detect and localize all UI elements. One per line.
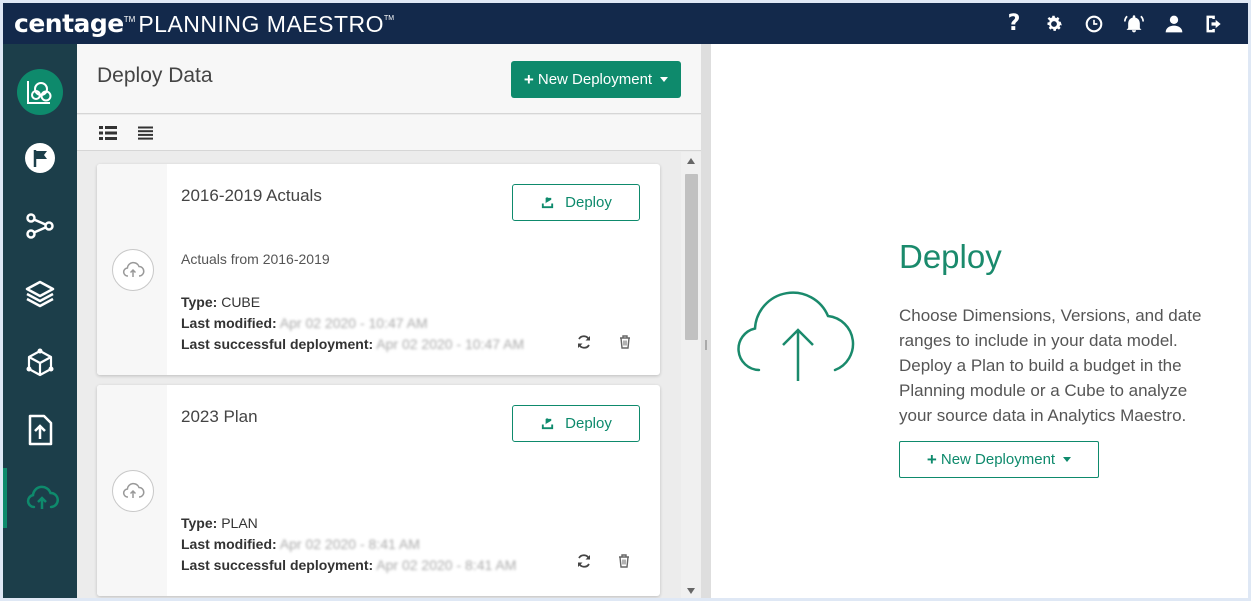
- deploy-list-panel: Deploy Data + New Deployment 2016-2019 A…: [77, 44, 701, 598]
- brand-logo[interactable]: centage TM PLANNING MAESTRO TM: [14, 9, 394, 38]
- type-value: CUBE: [221, 294, 261, 310]
- card-last-deployment: Last successful deployment: Apr 02 2020 …: [181, 557, 516, 573]
- sidebar-item-layers[interactable]: [3, 264, 77, 324]
- scroll-up-arrow[interactable]: [687, 158, 695, 164]
- last-deployment-label: Last successful deployment:: [181, 557, 374, 573]
- top-bar: centage TM PLANNING MAESTRO TM ?: [3, 3, 1248, 44]
- trash-icon[interactable]: [616, 553, 632, 569]
- card-description: Actuals from 2016-2019: [181, 251, 330, 267]
- help-icon[interactable]: ?: [1004, 10, 1024, 36]
- deploy-icon: [542, 417, 554, 430]
- brand-logo-trademark: TM: [123, 15, 136, 24]
- cloud-upload-icon: [737, 291, 855, 381]
- cloud-upload-icon: [112, 470, 154, 512]
- last-deployment-label: Last successful deployment:: [181, 336, 374, 352]
- last-modified-label: Last modified:: [181, 315, 277, 331]
- plus-icon: +: [926, 450, 937, 469]
- list-view-icon[interactable]: [137, 126, 155, 140]
- card-last-deployment: Last successful deployment: Apr 02 2020 …: [181, 336, 524, 352]
- caret-down-icon: [660, 77, 669, 82]
- cube-icon: [26, 348, 54, 377]
- deploy-description: Choose Dimensions, Versions, and date ra…: [899, 306, 1202, 425]
- sidebar-item-upload[interactable]: [3, 400, 77, 460]
- type-value: PLAN: [221, 515, 258, 531]
- app-window: centage TM PLANNING MAESTRO TM ? Deploy …: [3, 3, 1248, 598]
- model-logo-icon: [17, 69, 63, 115]
- list-scrollbar[interactable]: [681, 152, 701, 598]
- scroll-down-arrow[interactable]: [687, 588, 695, 594]
- sidebar: [3, 44, 77, 598]
- alerts-icon[interactable]: [1124, 13, 1144, 35]
- top-bar-icons: ?: [1004, 3, 1224, 44]
- splitter-grip: [705, 340, 707, 350]
- panel-splitter[interactable]: [701, 44, 711, 598]
- card-type: Type: CUBE: [181, 294, 260, 310]
- type-label: Type:: [181, 294, 218, 310]
- card-title: 2023 Plan: [181, 407, 258, 426]
- sidebar-item-deploy[interactable]: [3, 468, 77, 528]
- last-modified-label: Last modified:: [181, 536, 277, 552]
- brand-product-trademark: TM: [384, 15, 395, 22]
- card-last-modified: Last modified: Apr 02 2020 - 8:41 AM: [181, 536, 420, 552]
- brand-product-name: PLANNING MAESTRO: [138, 11, 385, 37]
- cloud-upload-icon: [112, 249, 154, 291]
- card-last-modified: Last modified: Apr 02 2020 - 10:47 AM: [181, 315, 428, 331]
- sidebar-item-workflow[interactable]: [3, 196, 77, 256]
- type-label: Type:: [181, 515, 218, 531]
- view-toolbar: [77, 115, 701, 151]
- cloud-upload-icon: [26, 485, 59, 509]
- sidebar-item-model[interactable]: [3, 62, 77, 122]
- layers-icon: [25, 280, 55, 308]
- deploy-icon: [542, 196, 554, 209]
- new-deployment-label: New Deployment: [537, 71, 653, 88]
- deploy-heading: Deploy: [899, 238, 1002, 275]
- last-modified-value: Apr 02 2020 - 8:41 AM: [279, 536, 420, 552]
- last-deployment-value: Apr 02 2020 - 8:41 AM: [376, 557, 517, 573]
- trash-icon[interactable]: [617, 334, 633, 350]
- caret-down-icon: [1063, 457, 1072, 462]
- deploy-button[interactable]: Deploy: [512, 184, 640, 221]
- sidebar-item-cube[interactable]: [3, 332, 77, 392]
- deployment-card[interactable]: 2016-2019 Actuals Deploy Actuals from 20…: [97, 164, 660, 375]
- user-icon[interactable]: [1164, 13, 1184, 35]
- new-deployment-label: New Deployment: [940, 451, 1056, 468]
- scrollbar-thumb[interactable]: [685, 174, 698, 340]
- panel-header: Deploy Data + New Deployment: [77, 44, 701, 114]
- page-title: Deploy Data: [97, 64, 213, 87]
- history-icon[interactable]: [1084, 13, 1104, 35]
- brand-logo-text: centage: [14, 9, 124, 38]
- last-deployment-value: Apr 02 2020 - 10:47 AM: [376, 336, 525, 352]
- last-modified-value: Apr 02 2020 - 10:47 AM: [279, 315, 428, 331]
- deployment-list: 2016-2019 Actuals Deploy Actuals from 20…: [77, 152, 681, 598]
- card-type: Type: PLAN: [181, 515, 258, 531]
- workflow-icon: [26, 213, 54, 239]
- help-glyph: ?: [1007, 10, 1021, 36]
- card-title: 2016-2019 Actuals: [181, 186, 322, 205]
- plus-icon: +: [523, 70, 534, 89]
- detail-view-icon[interactable]: [99, 126, 117, 140]
- logout-icon[interactable]: [1204, 13, 1224, 35]
- card-side-strip: [97, 164, 167, 375]
- deploy-button[interactable]: Deploy: [512, 405, 640, 442]
- refresh-icon[interactable]: [576, 553, 592, 569]
- deploy-label: Deploy: [565, 415, 612, 432]
- card-side-strip: [97, 385, 167, 596]
- new-deployment-outline-button[interactable]: + New Deployment: [899, 441, 1099, 478]
- deploy-info-panel: Deploy Choose Dimensions, Versions, and …: [711, 44, 1248, 598]
- deployment-card[interactable]: 2023 Plan Deploy Type: PLAN Last modifie…: [97, 385, 660, 596]
- sidebar-item-flag[interactable]: [3, 128, 77, 188]
- deploy-label: Deploy: [565, 194, 612, 211]
- new-deployment-button[interactable]: + New Deployment: [511, 61, 681, 98]
- upload-file-icon: [28, 414, 53, 446]
- settings-icon[interactable]: [1044, 13, 1064, 35]
- flag-icon: [25, 143, 55, 173]
- refresh-icon[interactable]: [576, 334, 592, 350]
